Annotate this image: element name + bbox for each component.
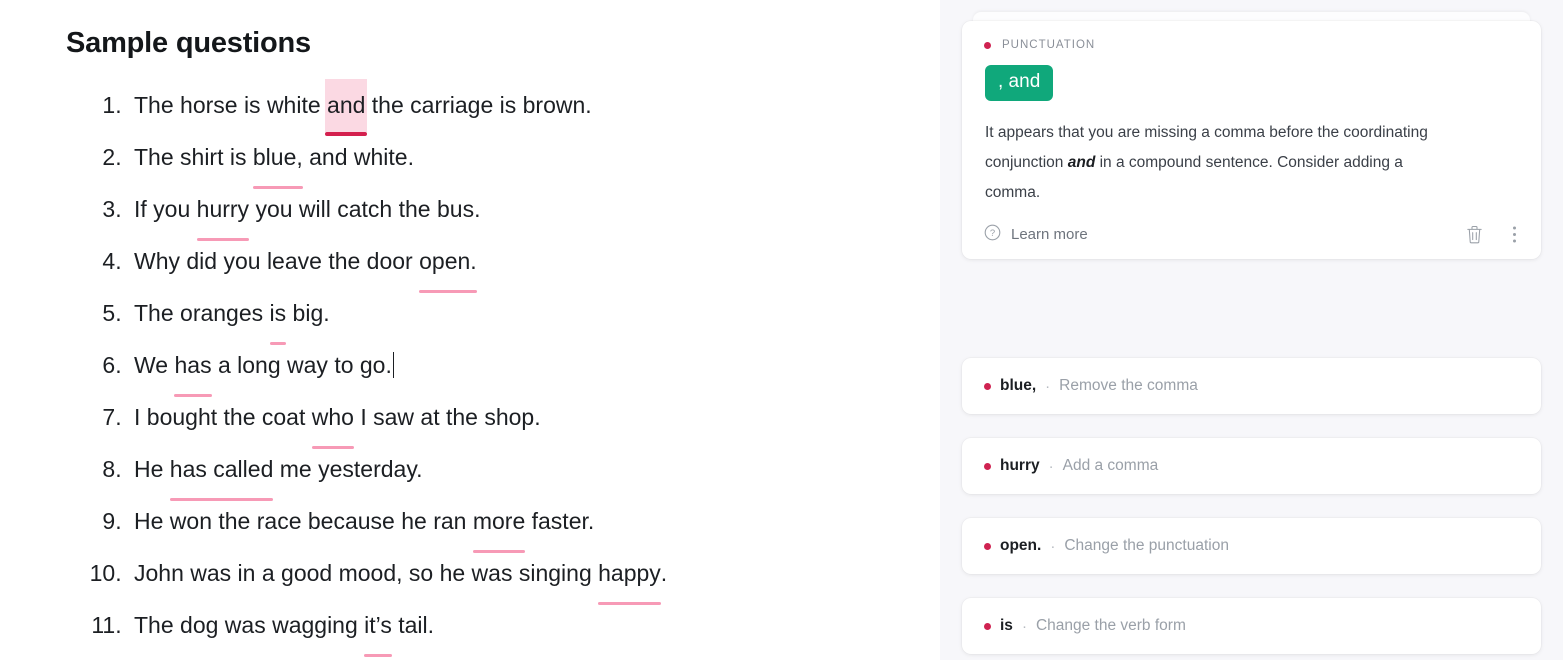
suggestion-separator: · [1045, 377, 1051, 395]
sentence-item[interactable]: He has called me yesterday. [128, 444, 940, 501]
sentence-list: The horse is white and the carriage is b… [66, 78, 940, 657]
learn-more-label: Learn more [1011, 225, 1088, 243]
sentence-text: We has a long way to go. [134, 351, 395, 397]
suggestion-word: is [1000, 617, 1013, 634]
sentence-suffix: and white. [302, 143, 414, 170]
suggestion-word: blue, [1000, 377, 1037, 394]
sentence-prefix: I bought the coat [134, 403, 312, 430]
sentence-prefix: He [134, 455, 170, 482]
category-row: PUNCTUATION [984, 39, 1519, 51]
sentence-suffix: you will catch the bus. [249, 195, 481, 222]
suggestion-card[interactable]: open. · Change the punctuation [962, 518, 1541, 574]
error-highlight[interactable]: who [311, 392, 355, 449]
sentence-suffix: a long way to go. [211, 351, 392, 378]
sentence-item[interactable]: The horse is white and the carriage is b… [128, 78, 940, 136]
sentence-prefix: The oranges [134, 299, 270, 326]
sentence-suffix: big. [286, 299, 330, 326]
error-highlight[interactable]: blue, [252, 132, 303, 189]
category-dot-icon [984, 622, 991, 630]
document-pane[interactable]: Sample questions The horse is white and … [0, 0, 940, 660]
sentence-text: He has called me yesterday. [134, 455, 423, 501]
sentence-prefix: John was in a good mood, so he was singi… [134, 559, 599, 586]
error-highlight[interactable]: happy [598, 548, 661, 605]
question-mark-icon: ? [984, 224, 1001, 245]
sentence-prefix: We [134, 351, 175, 378]
trash-icon[interactable] [1465, 224, 1484, 245]
suggestion-chip[interactable]: , and [985, 65, 1054, 101]
sentence-text: The oranges is big. [134, 299, 330, 345]
suggestion-separator: · [1048, 457, 1054, 475]
sentence-suffix: tail. [391, 611, 435, 638]
sentence-text: Why did you leave the door open. [134, 247, 477, 293]
suggestion-card[interactable]: hurry · Add a comma [962, 438, 1541, 494]
learn-more-button[interactable]: ? Learn more [984, 224, 1088, 245]
category-dot-icon [984, 462, 991, 470]
sentence-text: The horse is white and the carriage is b… [134, 78, 592, 136]
sentence-item[interactable]: John was in a good mood, so he was singi… [128, 548, 940, 605]
suggestion-action: Change the verb form [1035, 617, 1186, 634]
sentence-prefix: The horse is white [134, 91, 328, 118]
suggestion-action: Remove the comma [1059, 377, 1198, 394]
sentence-item[interactable]: If you hurry you will catch the bus. [128, 184, 940, 241]
kebab-menu-icon[interactable] [1512, 224, 1517, 245]
sentence-suffix: the carriage is brown. [365, 91, 592, 118]
svg-text:?: ? [990, 228, 995, 239]
sentence-prefix: He won the race because he ran [134, 507, 473, 534]
sentence-suffix: . [660, 559, 668, 586]
error-highlight-active[interactable]: and [325, 78, 368, 136]
sentence-prefix: Why did you leave the door [134, 247, 420, 274]
sentence-item[interactable]: Why did you leave the door open. [128, 236, 940, 293]
sentence-suffix: faster. [525, 507, 595, 534]
sentence-text: The dog was wagging it’s tail. [134, 611, 435, 657]
sentence-text: John was in a good mood, so he was singi… [134, 559, 668, 605]
error-highlight[interactable]: has [174, 340, 212, 397]
suggestion-word: hurry [1000, 457, 1040, 474]
grammar-checker-screen: Sample questions The horse is white and … [0, 0, 1563, 660]
category-label: PUNCTUATION [1002, 39, 1096, 51]
suggestions-sidebar: PUNCTUATION , and It appears that you ar… [940, 0, 1563, 660]
suggestion-action: Change the punctuation [1064, 537, 1229, 554]
sentence-item[interactable]: He won the race because he ran more fast… [128, 496, 940, 553]
sentence-text: I bought the coat who I saw at the shop. [134, 403, 541, 449]
error-highlight[interactable]: it’s [364, 600, 392, 657]
page-title: Sample questions [66, 27, 311, 59]
explanation-emphasis: and [1067, 153, 1096, 171]
sentence-item[interactable]: The oranges is big. [128, 288, 940, 345]
error-highlight[interactable]: is [269, 288, 286, 345]
sentence-item[interactable]: The dog was wagging it’s tail. [128, 600, 940, 657]
sentence-item[interactable]: The shirt is blue, and white. [128, 132, 940, 189]
sentence-text: He won the race because he ran more fast… [134, 507, 595, 553]
suggestion-word: open. [1000, 537, 1042, 554]
error-highlight[interactable]: hurry [196, 184, 250, 241]
category-dot-icon [984, 41, 991, 49]
card-footer: ? Learn more [984, 224, 1519, 245]
sentence-prefix: The shirt is [134, 143, 253, 170]
suggestion-separator: · [1050, 537, 1056, 555]
sentence-prefix: The dog was wagging [134, 611, 365, 638]
suggestion-separator: · [1021, 617, 1027, 635]
text-cursor [392, 351, 395, 378]
sentence-text: The shirt is blue, and white. [134, 143, 414, 189]
error-highlight[interactable]: has called [169, 444, 273, 501]
suggestion-action: Add a comma [1062, 457, 1159, 474]
category-dot-icon [984, 542, 991, 550]
category-dot-icon [984, 382, 991, 390]
error-highlight[interactable]: open. [419, 236, 477, 293]
sentence-prefix: If you [134, 195, 197, 222]
sentence-suffix: I saw at the shop. [353, 403, 541, 430]
sentence-item[interactable]: I bought the coat who I saw at the shop. [128, 392, 940, 449]
sentence-item[interactable]: We has a long way to go. [128, 340, 940, 397]
error-highlight[interactable]: more [472, 496, 526, 553]
sentence-text: If you hurry you will catch the bus. [134, 195, 481, 241]
suggestion-card[interactable]: blue, · Remove the comma [962, 358, 1541, 414]
sentence-suffix: me yesterday. [273, 455, 423, 482]
suggestion-card[interactable]: is · Change the verb form [962, 598, 1541, 654]
explanation-text: It appears that you are missing a comma … [985, 118, 1455, 208]
card-actions [1465, 224, 1519, 245]
active-suggestion-card[interactable]: PUNCTUATION , and It appears that you ar… [962, 21, 1541, 259]
